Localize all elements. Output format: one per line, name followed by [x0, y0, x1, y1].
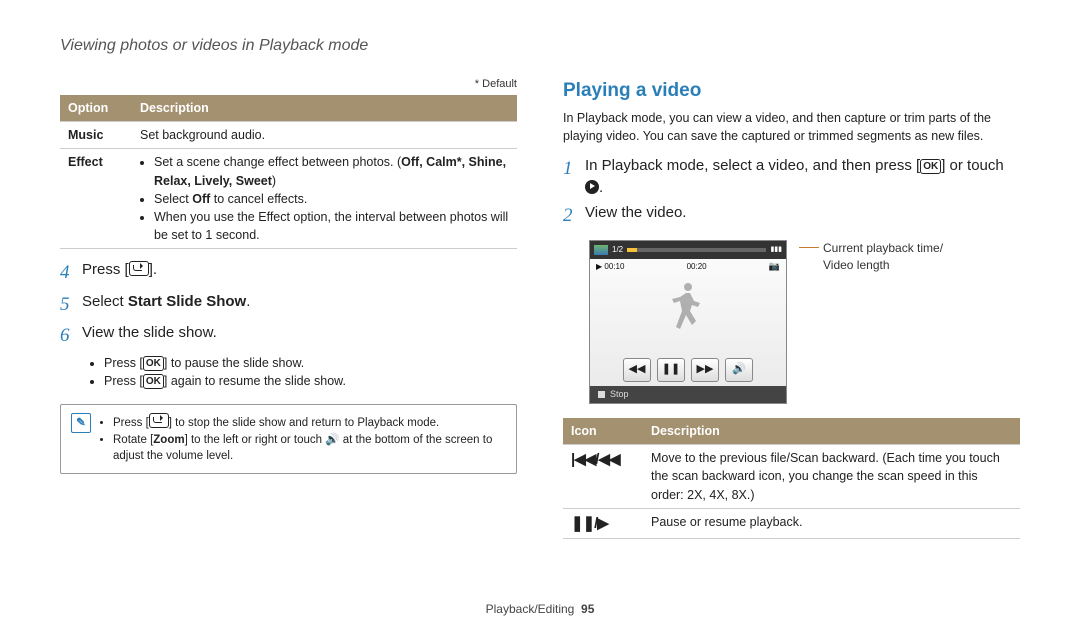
step: 2View the video.	[563, 202, 1020, 230]
col-option: Option	[60, 95, 132, 122]
desc-cell: Pause or resume playback.	[643, 508, 1020, 539]
video-player-illustration: 1/2 ▮▮▮ ▶ 00:10 00:20 📷 ◀◀ ❚❚	[589, 240, 1020, 404]
step: 4Press [].	[60, 259, 517, 287]
rewind-button[interactable]: ◀◀	[623, 358, 651, 382]
table-row: |◀◀/◀◀ Move to the previous file/Scan ba…	[563, 445, 1020, 508]
note-item: Press [] to stop the slide show and retu…	[113, 413, 506, 432]
callout-text: Current playback time/ Video length	[799, 240, 943, 404]
icon-cell: |◀◀/◀◀	[563, 445, 643, 508]
procedure-steps: 4Press []. 5Select Start Slide Show. 6Vi…	[60, 259, 517, 350]
step-number: 5	[60, 291, 82, 319]
time-row: ▶ 00:10 00:20 📷	[590, 259, 786, 274]
procedure-steps: 1In Playback mode, select a video, and t…	[563, 155, 1020, 230]
play-icon	[585, 180, 599, 194]
volume-button[interactable]: 🔊	[725, 358, 753, 382]
col-description: Description	[132, 95, 517, 122]
return-icon	[149, 413, 169, 428]
section-title: Playing a video	[563, 77, 1020, 105]
bullet: Set a scene change effect between photos…	[154, 153, 509, 189]
step: 1In Playback mode, select a video, and t…	[563, 155, 1020, 199]
video-player: 1/2 ▮▮▮ ▶ 00:10 00:20 📷 ◀◀ ❚❚	[589, 240, 787, 404]
table-row: ❚❚/▶ Pause or resume playback.	[563, 508, 1020, 539]
duration: 00:20	[687, 261, 707, 273]
step: 6View the slide show.	[60, 322, 517, 350]
icon-table: Icon Description |◀◀/◀◀ Move to the prev…	[563, 418, 1020, 539]
speaker-icon: 🔊	[325, 434, 339, 446]
ok-icon: OK	[920, 159, 941, 174]
battery-icon: ▮▮▮	[770, 245, 782, 255]
stop-bar[interactable]: Stop	[590, 386, 786, 403]
table-row: Music Set background audio.	[60, 122, 517, 149]
table-header-row: Icon Description	[563, 418, 1020, 445]
pause-button[interactable]: ❚❚	[657, 358, 685, 382]
forward-button[interactable]: ▶▶	[691, 358, 719, 382]
desc-cell: Move to the previous file/Scan backward.…	[643, 445, 1020, 508]
prev-scan-icon: |◀◀/◀◀	[571, 451, 620, 468]
step-number: 4	[60, 259, 82, 287]
sub-step: Press [OK] to pause the slide show.	[104, 354, 517, 372]
icon-cell: ❚❚/▶	[563, 508, 643, 539]
camera-icon: 📷	[769, 260, 780, 273]
bullet: When you use the Effect option, the inte…	[154, 208, 509, 244]
page-footer: Playback/Editing 95	[0, 601, 1080, 618]
col-icon: Icon	[563, 418, 643, 445]
leader-line	[799, 247, 819, 248]
pause-play-icon: ❚❚/▶	[571, 515, 608, 532]
file-counter: 1/2	[612, 244, 623, 256]
return-icon	[129, 261, 149, 276]
sub-step: Press [OK] again to resume the slide sho…	[104, 372, 517, 390]
note-callout: ✎ Press [] to stop the slide show and re…	[60, 404, 517, 474]
manual-page: Viewing photos or videos in Playback mod…	[0, 0, 1080, 630]
stop-icon	[598, 391, 605, 398]
note-icon: ✎	[71, 413, 91, 433]
video-frame	[590, 274, 786, 354]
right-column: Playing a video In Playback mode, you ca…	[563, 77, 1020, 539]
left-column: * Default Option Description Music Set b…	[60, 77, 517, 539]
option-name: Effect	[60, 149, 132, 249]
page-header: Viewing photos or videos in Playback mod…	[60, 34, 1020, 57]
option-desc: Set background audio.	[132, 122, 517, 149]
table-row: Effect Set a scene change effect between…	[60, 149, 517, 249]
bullet: Select Off to cancel effects.	[154, 190, 509, 208]
step-number: 6	[60, 322, 82, 350]
two-column-layout: * Default Option Description Music Set b…	[60, 77, 1020, 539]
options-table: Option Description Music Set background …	[60, 95, 517, 249]
option-name: Music	[60, 122, 132, 149]
progress-bar	[627, 248, 766, 252]
option-desc: Set a scene change effect between photos…	[132, 149, 517, 249]
thumbnail-icon	[594, 245, 608, 255]
col-description: Description	[643, 418, 1020, 445]
transport-controls: ◀◀ ❚❚ ▶▶ 🔊	[590, 354, 786, 386]
ok-icon: OK	[143, 356, 164, 371]
step-number: 1	[563, 155, 585, 183]
player-topbar: 1/2 ▮▮▮	[590, 241, 786, 259]
table-header-row: Option Description	[60, 95, 517, 122]
note-item: Rotate [Zoom] to the left or right or to…	[113, 432, 506, 465]
dancer-silhouette-icon	[668, 279, 708, 349]
default-footnote: * Default	[60, 77, 517, 93]
step-number: 2	[563, 202, 585, 230]
step: 5Select Start Slide Show.	[60, 291, 517, 319]
ok-icon: OK	[143, 374, 164, 389]
sub-steps: Press [OK] to pause the slide show. Pres…	[90, 354, 517, 390]
play-indicator: ▶ 00:10	[596, 261, 624, 273]
section-intro: In Playback mode, you can view a video, …	[563, 109, 1020, 145]
